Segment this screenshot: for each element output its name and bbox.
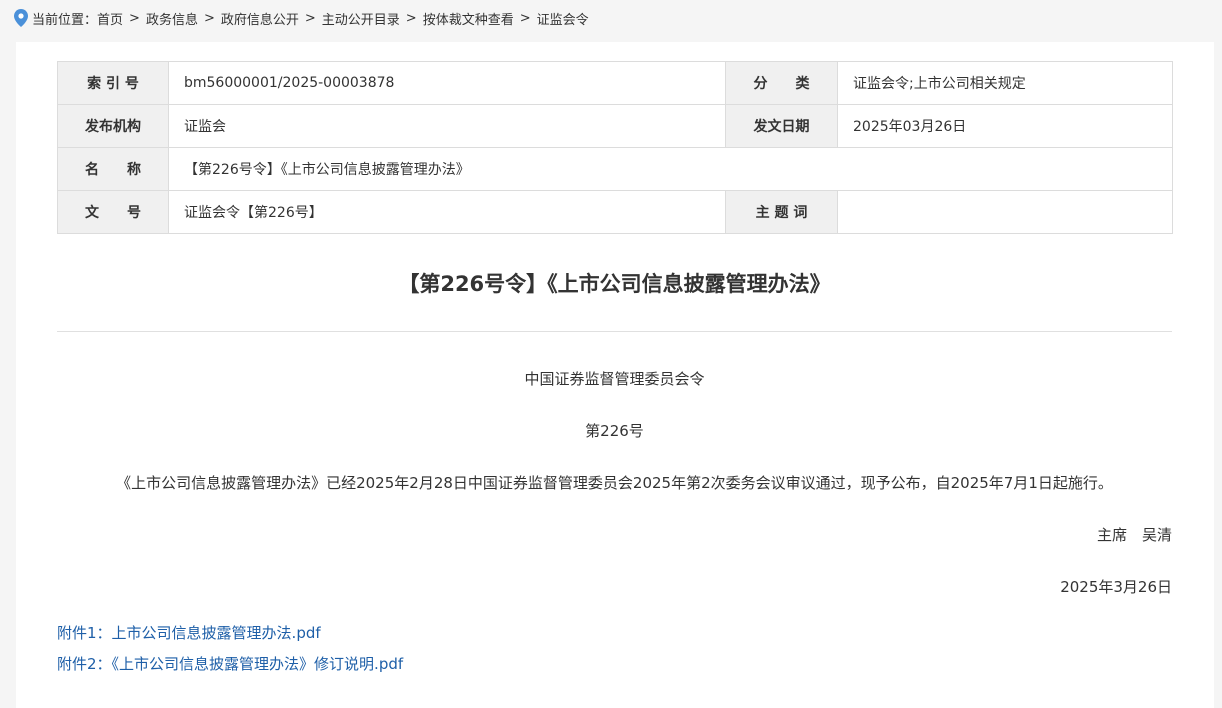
category-label: 分 类 [725,61,838,105]
breadcrumb: 当前位置： 首页 > 政务信息 > 政府信息公开 > 主动公开目录 > 按体裁文… [14,8,589,28]
index-no-value: bm56000001/2025-00003878 [168,61,726,105]
breadcrumb-gov-info[interactable]: 政务信息 [146,9,198,28]
breadcrumb-separator: > [519,10,531,26]
breadcrumb-separator: > [203,10,215,26]
name-label: 名 称 [57,147,169,191]
publisher-value: 证监会 [168,104,726,148]
publisher-label: 发布机构 [57,104,169,148]
content-panel: 索 引 号 bm56000001/2025-00003878 分 类 证监会令;… [16,42,1214,708]
table-row: 发布机构 证监会 发文日期 2025年03月26日 [57,104,1173,148]
breadcrumb-info-disclosure[interactable]: 政府信息公开 [221,9,299,28]
date-value: 2025年03月26日 [837,104,1173,148]
keywords-label: 主 题 词 [725,190,838,234]
keywords-value [837,190,1173,234]
issue-date: 2025年3月26日 [1060,578,1172,596]
breadcrumb-catalog[interactable]: 主动公开目录 [322,9,400,28]
category-value: 证监会令;上市公司相关规定 [837,61,1173,105]
index-no-label: 索 引 号 [57,61,169,105]
signature: 主席 吴清 [1096,526,1172,544]
doc-no-label: 文 号 [57,190,169,234]
breadcrumb-csrc-order[interactable]: 证监会令 [537,9,589,28]
breadcrumb-by-genre[interactable]: 按体裁文种查看 [423,9,514,28]
document-content: 《上市公司信息披露管理办法》已经2025年2月28日中国证券监督管理委员会202… [116,474,1113,492]
attachment-link-2[interactable]: 附件2：《上市公司信息披露管理办法》修订说明.pdf [57,653,403,674]
breadcrumb-prefix: 当前位置： [32,12,98,28]
breadcrumb-separator: > [129,10,140,26]
document-title: 【第226号令】《上市公司信息披露管理办法》 [398,272,831,296]
issuer-line: 中国证券监督管理委员会令 [524,370,705,388]
order-number: 第226号 [585,422,644,440]
breadcrumb-home[interactable]: 首页 [97,9,123,28]
metadata-table: 索 引 号 bm56000001/2025-00003878 分 类 证监会令;… [57,61,1173,234]
divider [57,331,1172,332]
breadcrumb-separator: > [304,10,316,26]
name-value: 【第226号令】《上市公司信息披露管理办法》 [168,147,1173,191]
table-row: 文 号 证监会令【第226号】 主 题 词 [57,190,1173,234]
location-pin-icon [14,9,28,27]
date-label: 发文日期 [725,104,838,148]
breadcrumb-separator: > [405,10,417,26]
table-row: 名 称 【第226号令】《上市公司信息披露管理办法》 [57,147,1173,191]
table-row: 索 引 号 bm56000001/2025-00003878 分 类 证监会令;… [57,61,1173,105]
doc-no-value: 证监会令【第226号】 [168,190,726,234]
attachment-link-1[interactable]: 附件1：上市公司信息披露管理办法.pdf [57,622,321,643]
